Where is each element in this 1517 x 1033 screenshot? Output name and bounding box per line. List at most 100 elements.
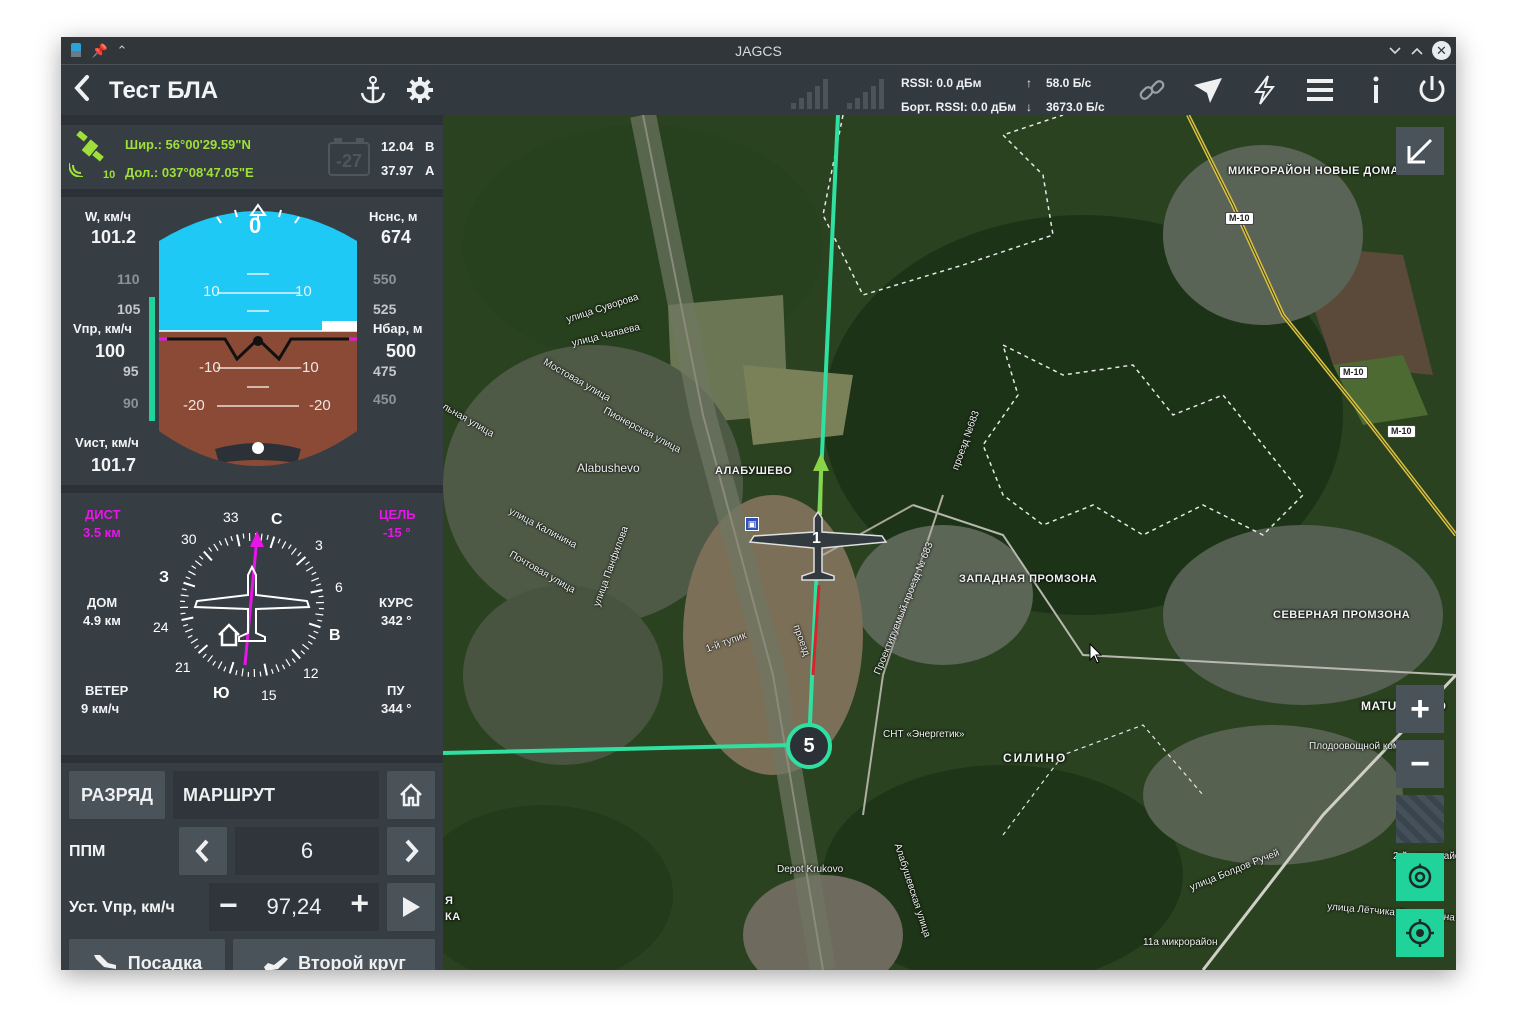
pitch-label: -20: [183, 397, 205, 414]
compass-tick: [190, 638, 199, 644]
ground-speed-value: 101.2: [91, 227, 137, 247]
navigation-panel: ДИСТ 3.5 км ЦЕЛЬ -15 ° ДОМ 4.9 км КУРС 3…: [61, 493, 443, 755]
maximize-icon[interactable]: [1408, 42, 1426, 60]
compass-number: 3: [315, 537, 323, 553]
baro-alt-value: 500: [386, 341, 417, 361]
compass-tick: [203, 550, 213, 562]
tas-label: Vист, км/ч: [75, 435, 139, 450]
compass-tick: [297, 551, 302, 557]
road-badge: М-10: [1339, 366, 1368, 379]
compass-tick: [295, 556, 307, 566]
map-label-zapadnaya: ЗАПАДНАЯ ПРОМЗОНА: [959, 573, 1098, 585]
control-panel: РАЗРЯД МАРШРУТ ППМ 6 Уст. Vпр, км/ч − 97…: [61, 763, 443, 970]
compass-tick: [191, 565, 197, 570]
alt-tick: 450: [373, 391, 397, 407]
disarm-button[interactable]: РАЗРЯД: [69, 771, 165, 819]
waypoint-value[interactable]: 6: [235, 827, 379, 875]
compass-tick: [181, 588, 187, 591]
mission-plane-icon[interactable]: [1191, 73, 1225, 107]
menu-icon[interactable]: [1303, 73, 1337, 107]
power-bolt-icon[interactable]: [1247, 73, 1281, 107]
compass-tick: [181, 616, 194, 621]
close-window-button[interactable]: ✕: [1432, 41, 1451, 60]
power-icon[interactable]: [1415, 73, 1449, 107]
apply-speed-button[interactable]: [387, 883, 435, 931]
pitch-label: 10: [203, 283, 220, 300]
mode-select[interactable]: МАРШРУТ: [173, 771, 379, 819]
compass-tick: [315, 613, 324, 616]
map-view[interactable]: 1 5 ▣ МИКРОРАЙОН НОВЫЕ ДОМА АЛАБУШЕВО Al…: [443, 115, 1456, 970]
center-on-vehicle-button[interactable]: [1396, 909, 1444, 957]
increase-speed-button[interactable]: +: [350, 885, 369, 922]
minimize-icon[interactable]: [1386, 42, 1404, 60]
compass-south: Ю: [213, 685, 230, 702]
compass-tick: [313, 630, 319, 634]
current-unit: А: [425, 163, 435, 178]
next-waypoint-button[interactable]: [387, 827, 435, 875]
collapse-map-button[interactable]: [1396, 127, 1444, 175]
anchor-icon[interactable]: [356, 73, 390, 107]
latitude: Шир.: 56°00'29.59"N: [125, 137, 251, 152]
compass-tick: [212, 660, 217, 666]
compass-tick: [263, 663, 268, 676]
map-layer-toggle[interactable]: [1396, 795, 1444, 843]
speed-tick: 105: [117, 301, 141, 317]
compass-east: В: [329, 627, 341, 644]
settings-gear-icon[interactable]: [403, 73, 437, 107]
track-label: ПУ: [387, 683, 405, 698]
waypoint-marker[interactable]: 5: [786, 723, 832, 769]
speed-tick: 110: [117, 271, 140, 287]
arrow-up-icon: ↑: [1026, 76, 1032, 90]
ias-label: Vпр, км/ч: [73, 321, 132, 336]
track-vehicle-button[interactable]: [1396, 853, 1444, 901]
home-button[interactable]: [387, 771, 435, 819]
course-value: 342 °: [381, 613, 412, 628]
map-label-snt: СНТ «Энергетик»: [883, 729, 965, 740]
compass-tick: [230, 535, 233, 542]
link-icon[interactable]: [1135, 73, 1169, 107]
compass-tick: [197, 644, 209, 654]
compass-tick: [236, 534, 241, 547]
road-badge: М-10: [1387, 425, 1416, 438]
compass-tick: [290, 547, 297, 555]
compass-tick: [183, 581, 196, 588]
home-icon: [400, 783, 422, 807]
tas-value: 101.7: [91, 455, 137, 475]
land-button[interactable]: Посадка: [69, 939, 225, 970]
mouse-cursor-icon: [1089, 642, 1103, 670]
compass-tick: [281, 664, 286, 670]
ias-set-label: Уст. Vпр, км/ч: [69, 899, 175, 916]
zoom-in-button[interactable]: +: [1396, 685, 1444, 733]
rssi-value: RSSI: 0.0 дБм: [901, 76, 982, 90]
attitude-panel: W, км/ч 101.2 Hснс, м 674 Vпр, км/ч 100 …: [61, 197, 443, 485]
home-value: 4.9 км: [83, 613, 121, 628]
go-around-button[interactable]: Второй круг: [233, 939, 435, 970]
compass-tick: [311, 571, 317, 576]
back-button[interactable]: [73, 74, 103, 106]
battery-icon: -27: [328, 137, 370, 177]
ias-set-value[interactable]: 97,24: [266, 894, 321, 920]
voltage-unit: В: [425, 139, 435, 154]
chevron-left-icon: [195, 839, 209, 863]
decrease-speed-button[interactable]: −: [219, 887, 238, 924]
compass-tick: [308, 622, 321, 629]
compass-tick: [223, 666, 227, 672]
prev-waypoint-button[interactable]: [179, 827, 227, 875]
zoom-out-button[interactable]: −: [1396, 740, 1444, 788]
compass-tick: [285, 658, 291, 667]
compass: С В Ю З 33 30 3 6 24 21 12 15: [153, 505, 347, 705]
left-panel: 10 Шир.: 56°00'29.59"N Дол.: 037°08'47.0…: [61, 115, 443, 970]
landing-icon: [93, 955, 116, 969]
compass-tick: [305, 566, 314, 572]
vehicle-marker[interactable]: 1: [748, 510, 888, 590]
info-icon[interactable]: [1359, 73, 1393, 107]
home-label: ДОМ: [87, 595, 118, 610]
map-label-silino: СИЛИНО: [1003, 751, 1068, 765]
compass-tick: [202, 653, 207, 659]
vehicle-name: Тест БЛА: [109, 77, 219, 104]
course-label: КУРС: [379, 595, 414, 610]
window-titlebar: 📌 ⌃ JAGCS ✕: [61, 37, 1456, 65]
compass-north: С: [271, 511, 283, 528]
app-toolbar: Тест БЛА RSSI: 0.0 дБм Борт. RSSI: 0.0 д…: [61, 65, 1456, 115]
speed-trend-bar: [149, 297, 155, 421]
